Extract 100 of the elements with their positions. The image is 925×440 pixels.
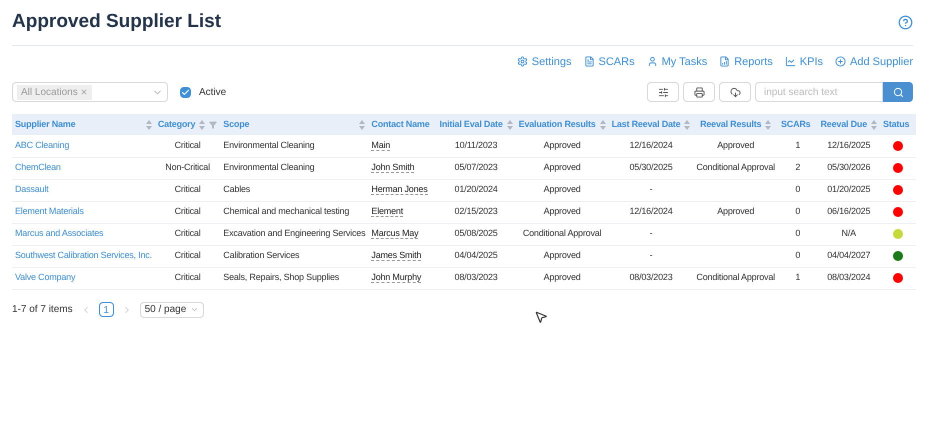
sort-icon[interactable] [359,120,366,130]
page-size-select[interactable]: 50 / page [140,302,204,318]
table-cell: 12/16/2024 [629,140,672,150]
table-cell: Critical [174,206,201,216]
sort-icon[interactable] [199,120,206,130]
table-cell: 04/04/2025 [454,250,498,260]
column-header[interactable]: Contact Name [368,114,437,135]
supplier-link[interactable]: ChemClean [15,162,61,172]
add-icon [835,56,846,68]
table-cell: 08/03/2023 [629,272,672,282]
table-cell: Approved [544,206,581,216]
chart-icon [784,56,796,68]
contact-link[interactable]: John Murphy [371,272,422,284]
table-cell: 2 [795,162,800,172]
toolbar-link[interactable]: My Tasks [646,54,708,70]
help-icon[interactable] [898,14,913,30]
user-icon [646,56,658,68]
column-header[interactable]: Reeval Results [693,114,778,135]
sort-icon[interactable] [871,120,878,130]
print-button[interactable] [683,82,715,102]
table-cell: 06/16/2025 [827,206,870,216]
table-cell: 02/15/2023 [454,206,498,216]
printer-icon [694,86,704,98]
table-cell: Seals, Repairs, Shop Supplies [223,272,340,282]
table-cell: Critical [174,250,201,260]
table-cell: Approved [544,272,581,282]
table-cell: 12/16/2024 [629,206,672,216]
toolbar-link[interactable]: SCARs [584,54,635,70]
column-header[interactable]: Reeval Due [817,114,880,135]
column-header[interactable]: Evaluation Results [516,114,609,135]
active-checkbox[interactable]: Active [180,84,226,100]
sort-icon[interactable] [684,120,690,130]
contact-link[interactable]: James Smith [371,250,422,262]
checkbox-icon[interactable] [180,86,191,98]
column-header[interactable]: Category [154,114,220,135]
table-cell: 08/03/2023 [454,272,498,282]
contact-link[interactable]: John Smith [371,162,414,174]
column-header[interactable]: Scope [220,114,368,135]
table-cell: 1 [795,140,800,150]
table-cell: 05/07/2023 [454,162,498,172]
contact-link[interactable]: Marcus May [371,228,418,240]
table-cell: Approved [717,206,754,216]
search-icon [892,86,904,98]
filter-icon[interactable] [209,120,218,128]
table-cell: 04/04/2027 [827,250,870,260]
table-cell: N/A [842,228,856,238]
sort-icon[interactable] [600,120,606,130]
document-icon [584,56,595,68]
table-cell: 05/30/2026 [827,162,870,172]
table-cell: 08/03/2024 [827,272,870,282]
column-header[interactable]: SCARs [778,114,818,135]
table-cell: 05/08/2025 [454,228,498,238]
toolbar-link[interactable]: KPIs [784,54,823,70]
column-header[interactable]: Last Reeval Date [608,114,694,135]
cloud-download-icon [730,86,740,98]
table-cell: 0 [795,206,800,216]
table-cell: 0 [795,228,800,238]
contact-link[interactable]: Main [371,140,390,151]
toolbar-link[interactable]: Reports [719,54,773,70]
location-select[interactable]: All Locations [12,82,168,102]
sort-icon[interactable] [765,120,772,130]
table-cell: Conditional Approval [696,162,775,172]
table-cell: 10/11/2023 [454,140,498,150]
supplier-link[interactable]: Southwest Calibration Services, Inc. [15,250,152,260]
toolbar-link[interactable]: Add Supplier [835,54,913,70]
page-button[interactable]: 1 [98,302,114,317]
contact-link[interactable]: Herman Jones [371,184,428,196]
sort-icon[interactable] [506,120,513,130]
table-cell: Environmental Cleaning [223,162,314,172]
remove-icon[interactable] [80,88,88,96]
supplier-link[interactable]: Valve Company [15,272,76,282]
table-cell: Excavation and Engineering Services [223,228,366,238]
search-button[interactable] [883,82,913,102]
column-header[interactable]: Initial Eval Date [436,114,516,135]
table-cell: Chemical and mechanical testing [223,206,350,216]
sliders-icon [658,86,668,98]
contact-link[interactable]: Element [371,206,404,218]
chevron-icon [190,305,200,314]
column-header[interactable]: Status [880,114,916,135]
toolbar-link[interactable]: Settings [516,54,572,70]
table-cell: - [650,184,652,194]
search-field[interactable]: input search text [755,82,883,102]
table-cell: 12/16/2025 [827,140,870,150]
table-cell: Cables [223,184,250,194]
column-header[interactable]: Supplier Name [12,114,155,135]
table-cell: Approved [544,184,581,194]
table-cell: Critical [174,228,201,238]
table-cell: 0 [795,184,800,194]
report-icon [719,56,730,68]
sort-icon[interactable] [146,120,152,130]
table-cell: 01/20/2024 [454,184,498,194]
item-count: 1-7 of 7 items [12,303,73,317]
supplier-link[interactable]: ABC Cleaning [15,140,70,150]
download-button[interactable] [719,82,751,102]
supplier-link[interactable]: Dassault [15,184,48,194]
supplier-link[interactable]: Element Materials [15,206,84,216]
supplier-link[interactable]: Marcus and Associates [15,228,104,238]
columns-button[interactable] [647,82,679,102]
table-cell: Critical [174,184,201,194]
settings-icon [516,56,528,68]
